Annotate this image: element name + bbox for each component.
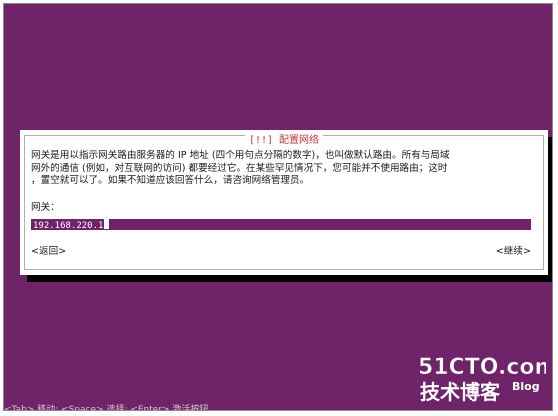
continue-button[interactable]: <继续> — [496, 243, 531, 257]
watermark-caption: 技术博客 — [420, 380, 501, 404]
gateway-description: 网关是用以指示网关路由服务器的 IP 地址 (四个用句点分隔的数字)，也叫做默认… — [31, 150, 450, 186]
dialog-title-text: [!!] 配置网络 — [244, 135, 324, 146]
configure-network-dialog: [!!] 配置网络 网关是用以指示网关路由服务器的 IP 地址 (四个用句点分隔… — [20, 130, 548, 275]
dialog-title: [!!] 配置网络 — [25, 135, 543, 146]
gateway-input[interactable]: 192.168.220.1 — [31, 219, 531, 230]
watermark-site: 51CTO.com — [418, 355, 546, 380]
text-cursor — [104, 219, 110, 229]
key-help-statusbar: <Tab> 移动; <Space> 选择; <Enter> 激活按钮 — [4, 405, 209, 411]
installer-screen: [!!] 配置网络 网关是用以指示网关路由服务器的 IP 地址 (四个用句点分隔… — [3, 3, 553, 411]
watermark-tag: Blog — [512, 380, 540, 393]
watermark-logo: 51CTO.com 技术博客 Blog — [418, 355, 546, 404]
gateway-input-value: 192.168.220.1 — [33, 221, 104, 230]
gateway-field-label: 网关： — [31, 202, 60, 213]
back-button[interactable]: <返回> — [31, 243, 66, 257]
